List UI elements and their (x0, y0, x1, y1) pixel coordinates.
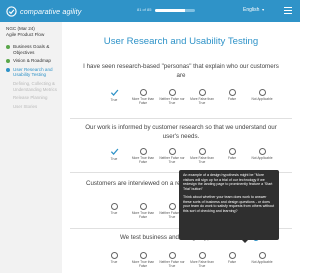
radio-button[interactable] (168, 89, 176, 96)
hamburger-menu-icon[interactable] (284, 7, 292, 14)
checkmark-icon[interactable] (110, 147, 119, 156)
answer-option[interactable]: False (218, 89, 246, 102)
answer-option[interactable]: More True than False (129, 252, 157, 269)
tooltip-paragraph: Think about whether your team does work … (183, 195, 275, 213)
radio-button[interactable] (228, 89, 236, 96)
option-label: More True than False (131, 97, 155, 105)
answer-option[interactable]: Not Applicable (248, 252, 276, 265)
sidebar: NGC (Mar 24) Agile Product Flow Business… (0, 22, 62, 273)
option-label: True (110, 211, 118, 215)
progress-label: 81 of 85 (137, 7, 152, 12)
logo-text: comparative agility (20, 6, 82, 16)
sidebar-item-label: Vision & Roadmap (13, 58, 51, 64)
answer-option[interactable]: False (218, 148, 246, 161)
answer-option[interactable]: More True than False (129, 148, 157, 165)
sidebar-item-user-stories[interactable]: User Stories (13, 104, 58, 110)
option-label: Not Applicable (251, 260, 273, 264)
progress-bar (155, 8, 195, 14)
option-label: False (227, 156, 237, 160)
answer-option[interactable]: Neither False nor True (158, 89, 186, 106)
divider (70, 118, 292, 119)
radio-button[interactable] (258, 252, 266, 259)
answer-option[interactable]: True (100, 252, 128, 265)
option-label: More False than True (190, 260, 214, 268)
answer-option[interactable]: More False than True (188, 89, 216, 106)
radio-button[interactable] (258, 148, 266, 155)
answer-option[interactable]: More True than False (129, 89, 157, 106)
question-text: Our work is informed by customer researc… (85, 124, 277, 140)
answer-option[interactable]: More True than False (129, 203, 157, 220)
radio-button[interactable] (228, 148, 236, 155)
radio-button[interactable] (139, 203, 147, 210)
chevron-down-icon: ▼ (261, 8, 265, 12)
answer-options: True More True than False Neither False no… (100, 89, 276, 113)
answer-option[interactable]: Neither False nor True (158, 148, 186, 165)
option-label: True (110, 157, 118, 161)
sidebar-item-user-research[interactable]: User Research and Usability Testing (6, 67, 58, 78)
sidebar-item-label: User Research and Usability Testing (13, 66, 53, 78)
radio-button[interactable] (139, 148, 147, 155)
radio-button[interactable] (258, 89, 266, 96)
answer-option[interactable]: True (100, 89, 128, 103)
sidebar-item-business-goals[interactable]: Business Goals & Objectives (6, 44, 58, 55)
radio-button[interactable] (168, 148, 176, 155)
sidebar-item-vision-roadmap[interactable]: Vision & Roadmap (6, 58, 58, 64)
radio-button[interactable] (198, 148, 206, 155)
sidebar-item-label: Business Goals & Objectives (13, 44, 50, 55)
option-label: Neither False nor True (159, 97, 185, 105)
answer-option[interactable]: Neither False nor True (158, 252, 186, 269)
answer-option[interactable]: More False than True (188, 252, 216, 269)
complete-status-icon (6, 45, 10, 49)
answer-option[interactable]: More False than True (188, 148, 216, 165)
option-label: True (110, 260, 118, 264)
answer-option[interactable]: Not Applicable (248, 148, 276, 161)
language-label: English (243, 7, 260, 13)
top-header: comparative agility 81 of 85 English ▼ (0, 0, 300, 22)
option-label: More True than False (131, 211, 155, 219)
question-text: I have seen research-based "personas" th… (83, 63, 279, 79)
answer-option[interactable]: True (100, 203, 128, 216)
radio-button[interactable] (228, 252, 236, 259)
option-label: Not Applicable (251, 156, 273, 160)
complete-status-icon (6, 59, 10, 64)
language-select[interactable]: English ▼ (243, 7, 265, 13)
answer-options: True More True than False Neither False no… (100, 252, 276, 273)
option-label: More True than False (131, 260, 155, 268)
sidebar-item-release-planning[interactable]: Release Planning (13, 95, 58, 101)
hypothesis-tooltip: An example of a design hypothesis might … (179, 170, 279, 243)
option-label: Not Applicable (251, 97, 273, 101)
logo[interactable]: comparative agility (6, 5, 82, 17)
option-label: More True than False (131, 156, 155, 164)
radio-button[interactable] (110, 252, 118, 259)
current-status-icon (6, 67, 10, 72)
page-title: User Research and Usability Testing (103, 36, 259, 47)
answer-options: True More True than False Neither False no… (100, 148, 276, 172)
progress-fill (155, 9, 185, 12)
radio-button[interactable] (198, 252, 206, 259)
answer-option[interactable]: Not Applicable (248, 89, 276, 102)
radio-button[interactable] (168, 252, 176, 259)
radio-button[interactable] (198, 89, 206, 96)
tooltip-paragraph: An example of a design hypothesis might … (183, 173, 273, 191)
option-label: More False than True (190, 156, 214, 164)
radio-button[interactable] (139, 252, 147, 259)
checkmark-icon[interactable] (110, 88, 119, 97)
sidebar-item-metrics[interactable]: Defining, Collecting & Understanding Met… (13, 81, 58, 92)
radio-button[interactable] (168, 203, 176, 210)
option-label: More False than True (190, 97, 214, 105)
option-label: Neither False nor True (159, 156, 185, 164)
answer-option[interactable]: True (100, 148, 128, 162)
option-label: False (227, 260, 237, 264)
radio-button[interactable] (139, 89, 147, 96)
answer-option[interactable]: False (218, 252, 246, 265)
radio-button[interactable] (110, 203, 118, 210)
option-label: False (227, 97, 237, 101)
logo-icon (6, 5, 17, 17)
option-label: True (110, 98, 118, 102)
option-label: Neither False nor True (159, 260, 185, 268)
